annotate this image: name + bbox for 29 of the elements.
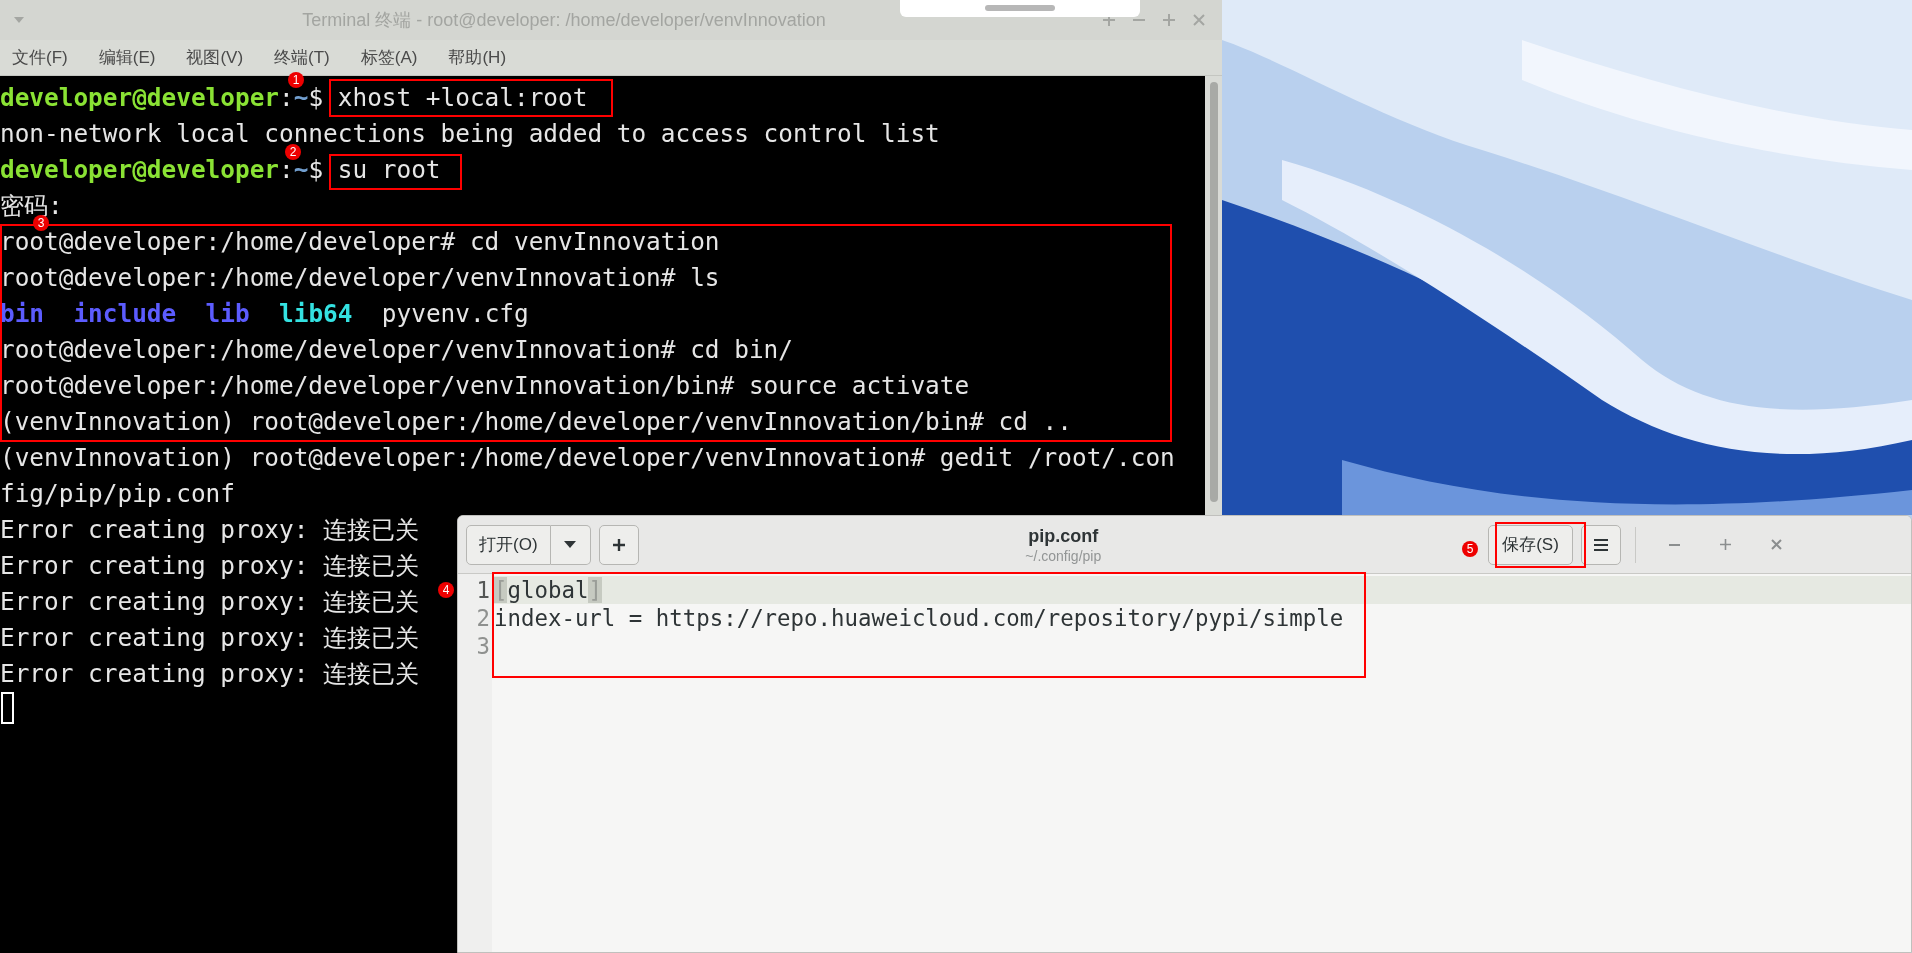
line-number: 1	[476, 576, 490, 604]
terminal-command: su root	[337, 160, 441, 180]
caret-icon	[563, 540, 578, 549]
menu-item[interactable]: 视图(V)	[186, 44, 244, 71]
menu-item[interactable]: 终端(T)	[274, 44, 330, 71]
menu-item[interactable]: 编辑(E)	[98, 44, 156, 71]
new-tab-button[interactable]	[598, 524, 639, 565]
dropdown-button[interactable]	[550, 524, 591, 565]
maximize-icon[interactable]	[1162, 13, 1176, 27]
menu-icon	[1593, 537, 1609, 552]
plus-icon	[611, 537, 626, 552]
close-icon[interactable]	[1770, 538, 1783, 551]
line-number: 2	[476, 604, 490, 632]
menu-item[interactable]: 帮助(H)	[448, 44, 507, 71]
maximize-icon[interactable]	[1719, 538, 1732, 551]
line-number: 3	[476, 632, 490, 660]
document-title: pip.conf	[1028, 524, 1099, 547]
document-path: ~/.config/pip	[1025, 546, 1102, 565]
code-line: index-url = https://repo.huaweicloud.com/repository/pypi/simple	[493, 604, 1345, 632]
menu-item[interactable]: 标签(A)	[360, 44, 418, 71]
caret-icon	[12, 15, 26, 25]
save-button[interactable]: 保存(S)	[1488, 524, 1573, 565]
scrollbar[interactable]	[1205, 76, 1222, 515]
terminal-command: xhost +local:root	[337, 88, 588, 108]
close-icon[interactable]	[1192, 13, 1206, 27]
open-button[interactable]: 打开(O)	[466, 524, 551, 565]
cursor	[1, 692, 14, 724]
menu-button[interactable]	[1581, 524, 1621, 565]
menu-item[interactable]: 文件(F)	[12, 44, 68, 71]
